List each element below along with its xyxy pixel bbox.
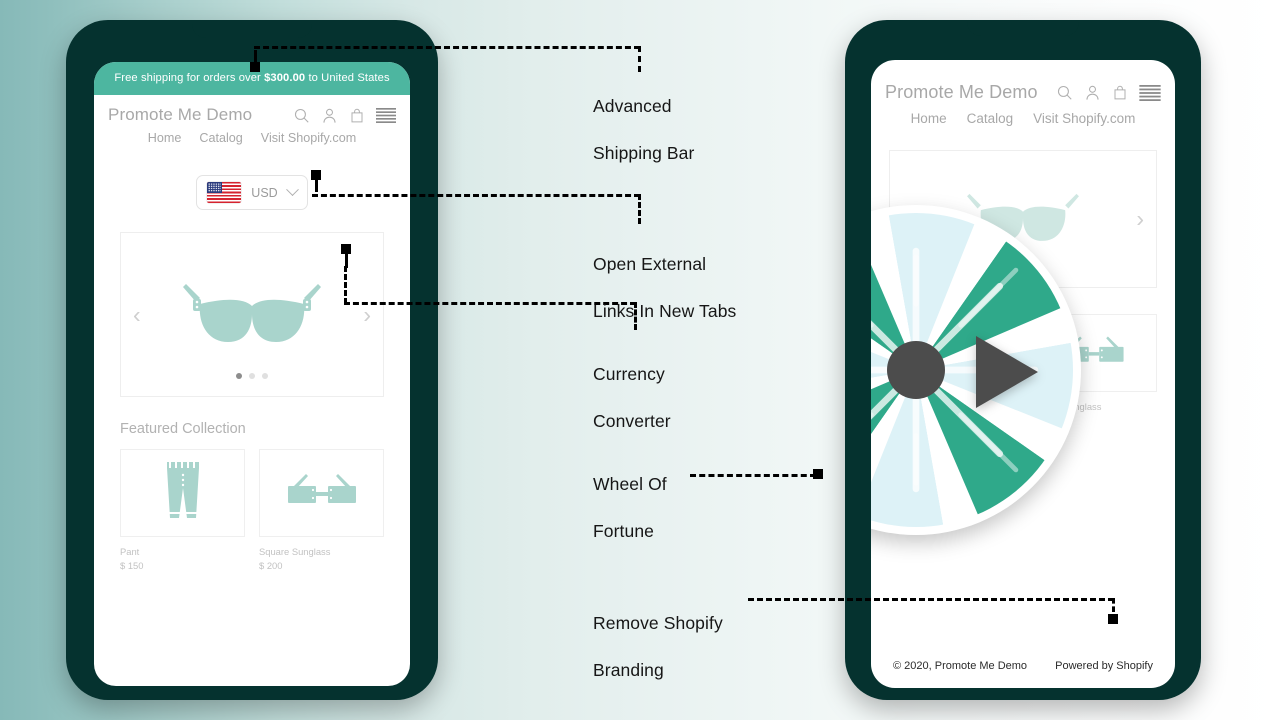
pant-illustration: [938, 325, 967, 375]
product-name: Pant: [889, 401, 909, 412]
square-sunglass-illustration: [287, 474, 356, 503]
annotation-remove-shopify-branding: Remove Shopify Branding: [593, 589, 723, 705]
search-icon[interactable]: [293, 107, 310, 124]
phone-notch: [192, 20, 312, 38]
right-phone-screen: Promote Me Demo Home Catalog Visit Shopi…: [871, 60, 1175, 688]
annotation-line-2: Fortune: [593, 520, 655, 541]
hero-dots: [236, 373, 268, 379]
connector-line-branding: [748, 598, 1114, 601]
product-card-pant[interactable]: Pant $ 150: [120, 449, 245, 571]
annotation-advanced-shipping-bar: Advanced Shipping Bar: [593, 72, 694, 188]
annotation-line-2: Branding: [593, 659, 664, 680]
nav-item-catalog[interactable]: Catalog: [967, 111, 1014, 126]
store-header: Promote Me Demo: [871, 60, 1175, 103]
pant-illustration: [166, 462, 199, 518]
annotation-line-1: Wheel Of: [593, 474, 667, 495]
sunglasses-illustration: [183, 283, 321, 342]
hero-next-arrow-icon[interactable]: ›: [363, 303, 371, 326]
product-image-frame: [259, 449, 384, 537]
store-nav: Home Catalog Visit Shopify.com: [94, 125, 410, 145]
currency-converter-row: USD: [94, 145, 410, 210]
annotation-open-external-links: Open External Links In New Tabs: [593, 230, 736, 346]
nav-item-catalog[interactable]: Catalog: [199, 131, 242, 145]
sunglasses-illustration: [967, 193, 1079, 241]
nav-item-home[interactable]: Home: [148, 131, 182, 145]
product-price: $ 200: [259, 560, 283, 571]
annotation-currency-converter: Currency Converter: [593, 340, 671, 456]
product-card-pant[interactable]: Pant $ 150: [889, 314, 1016, 426]
shipping-bar-suffix: to United States: [305, 72, 390, 84]
connector-line-external-links: [312, 194, 640, 197]
connector-line-wheel: [690, 474, 816, 477]
header-icon-group: [293, 107, 396, 124]
featured-collection-title: Featured Collection: [120, 421, 246, 437]
product-price: $ 150: [120, 560, 144, 571]
account-icon[interactable]: [321, 107, 338, 124]
annotation-line-1: Remove Shopify: [593, 613, 723, 634]
store-footer: © 2020, Promote Me Demo Powered by Shopi…: [871, 660, 1175, 672]
connector-drop-external-links: [638, 194, 641, 224]
product-price: $ 150: [889, 415, 913, 426]
product-image-frame: [1030, 314, 1157, 392]
connector-drop-shipping-bar: [638, 46, 641, 72]
hero-next-arrow-icon[interactable]: ›: [1136, 207, 1144, 231]
annotation-wheel-of-fortune: Wheel Of Fortune: [593, 450, 667, 566]
nav-item-visit-shopify[interactable]: Visit Shopify.com: [1033, 111, 1135, 126]
us-flag-icon: [207, 182, 242, 203]
annotation-line-2: Links In New Tabs: [593, 300, 737, 321]
connector-stem-shipping-bar: [253, 50, 257, 64]
product-card-square-sunglass[interactable]: Square Sunglass $ 200: [1030, 314, 1157, 426]
menu-icon[interactable]: [376, 107, 396, 123]
connector-marker-branding: [1108, 614, 1118, 624]
header-icon-group: [1056, 84, 1161, 101]
product-grid: Pant $ 150 Square Sunglass $ 200: [871, 288, 1175, 426]
search-icon[interactable]: [1056, 84, 1073, 101]
connector-drop-branding: [1112, 598, 1115, 612]
product-card-square-sunglass[interactable]: Square Sunglass $ 200: [259, 449, 384, 571]
store-header: Promote Me Demo: [94, 95, 410, 125]
store-nav: Home Catalog Visit Shopify.com: [871, 103, 1175, 126]
hero-slider: ›: [889, 150, 1157, 288]
connector-marker-wheel: [813, 469, 823, 479]
store-title: Promote Me Demo: [885, 82, 1038, 102]
product-image-frame: [889, 314, 1016, 392]
currency-selector[interactable]: USD: [196, 175, 308, 210]
connector-line-shipping-bar: [254, 46, 640, 49]
bag-icon[interactable]: [1112, 84, 1128, 101]
nav-item-home[interactable]: Home: [911, 111, 947, 126]
connector-stem-external-links: [314, 178, 318, 192]
menu-icon[interactable]: [1139, 84, 1161, 101]
product-name: Pant: [120, 546, 140, 557]
bag-icon[interactable]: [349, 107, 365, 124]
square-sunglass-illustration: [1063, 336, 1124, 362]
footer-copyright: © 2020, Promote Me Demo: [893, 660, 1028, 672]
left-phone-screen: Free shipping for orders over $300.00 to…: [94, 62, 410, 686]
hero-dot[interactable]: [262, 373, 268, 379]
annotation-line-1: Open External: [593, 254, 707, 275]
store-title: Promote Me Demo: [108, 105, 253, 124]
annotation-line-2: Converter: [593, 410, 671, 431]
annotation-line-2: Shipping Bar: [593, 142, 695, 163]
shipping-bar-prefix: Free shipping for orders over: [114, 72, 265, 84]
chevron-down-icon: [285, 183, 299, 197]
currency-code: USD: [251, 185, 278, 200]
shipping-bar-amount: $300.00: [264, 72, 306, 84]
left-phone-mockup: Free shipping for orders over $300.00 to…: [66, 20, 438, 700]
account-icon[interactable]: [1084, 84, 1101, 101]
hero-dot[interactable]: [249, 373, 255, 379]
phone-notch: [967, 20, 1079, 36]
product-price: $ 200: [1030, 415, 1054, 426]
product-grid: Pant $ 150 Square Sunglass $ 200: [94, 437, 410, 571]
hero-prev-arrow-icon[interactable]: ‹: [133, 303, 141, 326]
hero-dot[interactable]: [236, 373, 242, 379]
nav-item-visit-shopify[interactable]: Visit Shopify.com: [261, 131, 356, 145]
annotation-line-1: Advanced: [593, 96, 672, 117]
footer-powered-by[interactable]: Powered by Shopify: [1055, 660, 1153, 672]
product-name: Square Sunglass: [1030, 401, 1102, 412]
connector-riser-currency: [344, 266, 347, 304]
annotation-line-1: Currency: [593, 364, 665, 385]
product-name: Square Sunglass: [259, 546, 331, 557]
product-image-frame: [120, 449, 245, 537]
